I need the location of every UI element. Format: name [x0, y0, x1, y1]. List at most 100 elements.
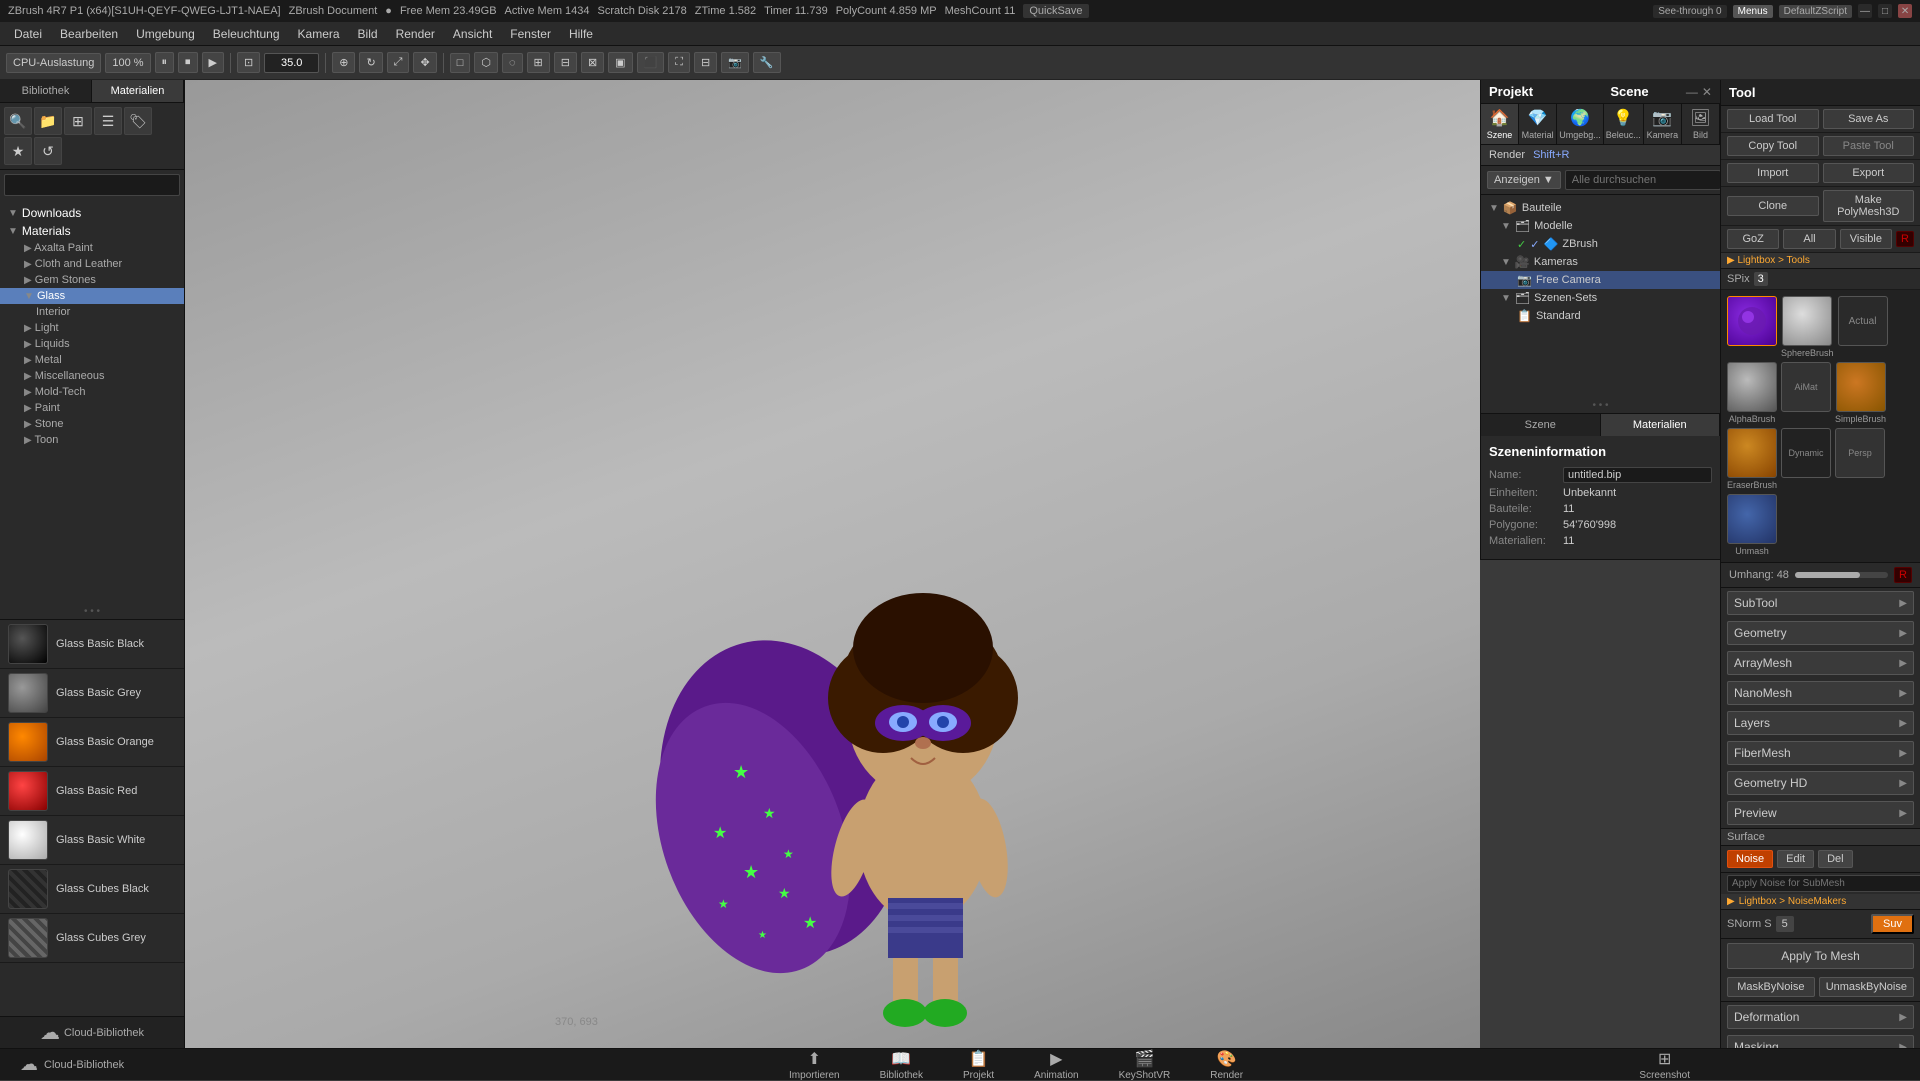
- clone-button[interactable]: Clone: [1727, 196, 1819, 216]
- maximize-button[interactable]: □: [1878, 4, 1892, 18]
- scene-panel-min[interactable]: —: [1686, 85, 1698, 99]
- tree-misc[interactable]: ▶ Miscellaneous: [0, 368, 184, 384]
- export-button[interactable]: Export: [1823, 163, 1915, 183]
- tree-materials[interactable]: ▼ Materials: [0, 222, 184, 240]
- tab-bibliothek[interactable]: Bibliothek: [0, 80, 92, 102]
- panel-icon-tag[interactable]: 🏷: [124, 107, 152, 135]
- bottom-bibliothek[interactable]: 📖 Bibliothek: [880, 1049, 923, 1081]
- panel-icon-grid[interactable]: ⊞: [64, 107, 92, 135]
- copy-tool-button[interactable]: Copy Tool: [1727, 136, 1819, 156]
- material-item-glass-white[interactable]: Glass Basic White: [0, 816, 184, 865]
- menu-fenster[interactable]: Fenster: [502, 25, 559, 43]
- brush-actual-item[interactable]: Actual: [1838, 296, 1888, 358]
- tab-materialien[interactable]: Materialien: [92, 80, 184, 102]
- brush-unmask-thumb[interactable]: [1727, 494, 1777, 544]
- tool-btn-f[interactable]: ⊠: [581, 52, 604, 73]
- brush-unmask-item[interactable]: Unmash: [1727, 494, 1777, 556]
- scene-item-szenensets[interactable]: ▼ 🗂 Szenen-Sets: [1481, 289, 1720, 307]
- load-tool-button[interactable]: Load Tool: [1727, 109, 1819, 129]
- close-button[interactable]: ✕: [1898, 4, 1912, 18]
- panel-icon-star[interactable]: ★: [4, 137, 32, 165]
- scene-tab-beleuc[interactable]: 💡 Beleuc...: [1604, 104, 1644, 144]
- brush-persp-item[interactable]: Persp: [1835, 428, 1885, 490]
- material-item-glass-orange[interactable]: Glass Basic Orange: [0, 718, 184, 767]
- import-button[interactable]: Import: [1727, 163, 1819, 183]
- brush-current-thumb[interactable]: [1727, 296, 1777, 346]
- scene-tab-kamera[interactable]: 📷 Kamera: [1644, 104, 1682, 144]
- tree-axalta[interactable]: ▶ Axalta Paint: [0, 240, 184, 256]
- menu-beleuchtung[interactable]: Beleuchtung: [205, 25, 288, 43]
- panel-icon-folder[interactable]: 📁: [34, 107, 62, 135]
- tool-btn-g[interactable]: ▣: [608, 52, 632, 73]
- geometry-hd-button[interactable]: Geometry HD ▶: [1727, 771, 1914, 795]
- umfang-slider[interactable]: [1795, 572, 1888, 578]
- material-item-cubes-black[interactable]: Glass Cubes Black: [0, 865, 184, 914]
- brush-sphere-item[interactable]: SphereBrush: [1781, 296, 1834, 358]
- apply-noise-field[interactable]: [1727, 875, 1920, 892]
- scene-tab-material[interactable]: 💎 Material: [1519, 104, 1557, 144]
- menu-ansicht[interactable]: Ansicht: [445, 25, 500, 43]
- noise-button[interactable]: Noise: [1727, 850, 1773, 868]
- visible-button[interactable]: Visible: [1840, 229, 1892, 249]
- bottom-projekt[interactable]: 📋 Projekt: [963, 1049, 994, 1081]
- tree-toon[interactable]: ▶ Toon: [0, 432, 184, 448]
- brush-dynamic-item[interactable]: Dynamic: [1781, 428, 1831, 490]
- bottom-tab-szene[interactable]: Szene: [1481, 414, 1601, 436]
- tree-downloads[interactable]: ▼ Downloads: [0, 204, 184, 222]
- tree-metal[interactable]: ▶ Metal: [0, 352, 184, 368]
- all-button[interactable]: All: [1783, 229, 1835, 249]
- tool-btn-b[interactable]: ⬡: [474, 52, 498, 73]
- brush-eraser-item[interactable]: EraserBrush: [1727, 428, 1777, 490]
- menu-umgebung[interactable]: Umgebung: [128, 25, 203, 43]
- tool-btn-e[interactable]: ⊟: [554, 52, 577, 73]
- tool-btn-k[interactable]: 📷: [721, 52, 749, 73]
- quicksave-btn[interactable]: QuickSave: [1023, 4, 1088, 18]
- nanomesh-button[interactable]: NanoMesh ▶: [1727, 681, 1914, 705]
- scene-tab-szene[interactable]: 🏠 Szene: [1481, 104, 1519, 144]
- suv-button[interactable]: Suv: [1871, 914, 1914, 934]
- scene-item-free-camera[interactable]: 📷 Free Camera: [1481, 271, 1720, 289]
- scene-search-input[interactable]: [1565, 170, 1720, 190]
- preview-button[interactable]: Preview ▶: [1727, 801, 1914, 825]
- apply-mesh-button[interactable]: Apply To Mesh: [1727, 943, 1914, 969]
- scene-item-zbrush[interactable]: ✓ ✓ 🔷 ZBrush: [1481, 235, 1720, 253]
- scene-item-kameras[interactable]: ▼ 🎥 Kameras: [1481, 253, 1720, 271]
- brush-sphere-thumb[interactable]: [1782, 296, 1832, 346]
- menu-bild[interactable]: Bild: [350, 25, 386, 43]
- brush-current-item[interactable]: [1727, 296, 1777, 358]
- tool-btn-l[interactable]: 🔧: [753, 52, 781, 73]
- r-button[interactable]: R: [1896, 231, 1914, 247]
- tree-stone[interactable]: ▶ Stone: [0, 416, 184, 432]
- layers-button[interactable]: Layers ▶: [1727, 711, 1914, 735]
- subtool-button[interactable]: SubTool ▶: [1727, 591, 1914, 615]
- paste-tool-button[interactable]: Paste Tool: [1823, 136, 1915, 156]
- save-as-button[interactable]: Save As: [1823, 109, 1915, 129]
- tool-btn-d[interactable]: ⊞: [527, 52, 550, 73]
- deformation-button[interactable]: Deformation ▶: [1727, 1005, 1914, 1029]
- edit-button[interactable]: Edit: [1777, 850, 1814, 868]
- brush-aimat-item[interactable]: AiMat: [1781, 362, 1831, 424]
- polymesh-button[interactable]: Make PolyMesh3D: [1823, 190, 1915, 222]
- rotate-btn[interactable]: ↻: [359, 52, 382, 73]
- fibermesh-button[interactable]: FiberMesh ▶: [1727, 741, 1914, 765]
- tool-btn-i[interactable]: ⛶: [668, 52, 690, 73]
- brush-dynamic-thumb[interactable]: Dynamic: [1781, 428, 1831, 478]
- scene-item-standard[interactable]: 📋 Standard: [1481, 307, 1720, 325]
- scene-tab-umgebg[interactable]: 🌍 Umgebg...: [1557, 104, 1604, 144]
- material-item-glass-red[interactable]: Glass Basic Red: [0, 767, 184, 816]
- tree-interior[interactable]: Interior: [0, 304, 184, 320]
- see-through-toggle[interactable]: See-through 0: [1653, 5, 1726, 18]
- pause-btn[interactable]: ⏸: [155, 52, 175, 73]
- tree-liquids[interactable]: ▶ Liquids: [0, 336, 184, 352]
- goz-button[interactable]: GoZ: [1727, 229, 1779, 249]
- move-btn[interactable]: ✥: [413, 52, 436, 73]
- defaultz-script[interactable]: DefaultZScript: [1779, 5, 1852, 18]
- scene-panel-close[interactable]: ✕: [1702, 85, 1712, 99]
- bottom-importieren[interactable]: ⬆ Importieren: [789, 1049, 840, 1081]
- brush-persp-thumb[interactable]: Persp: [1835, 428, 1885, 478]
- scene-item-bauteile[interactable]: ▼ 📦 Bauteile: [1481, 199, 1720, 217]
- tree-light[interactable]: ▶ Light: [0, 320, 184, 336]
- bottom-tab-materialien[interactable]: Materialien: [1601, 414, 1721, 436]
- tree-cloth[interactable]: ▶ Cloth and Leather: [0, 256, 184, 272]
- arraymesh-button[interactable]: ArrayMesh ▶: [1727, 651, 1914, 675]
